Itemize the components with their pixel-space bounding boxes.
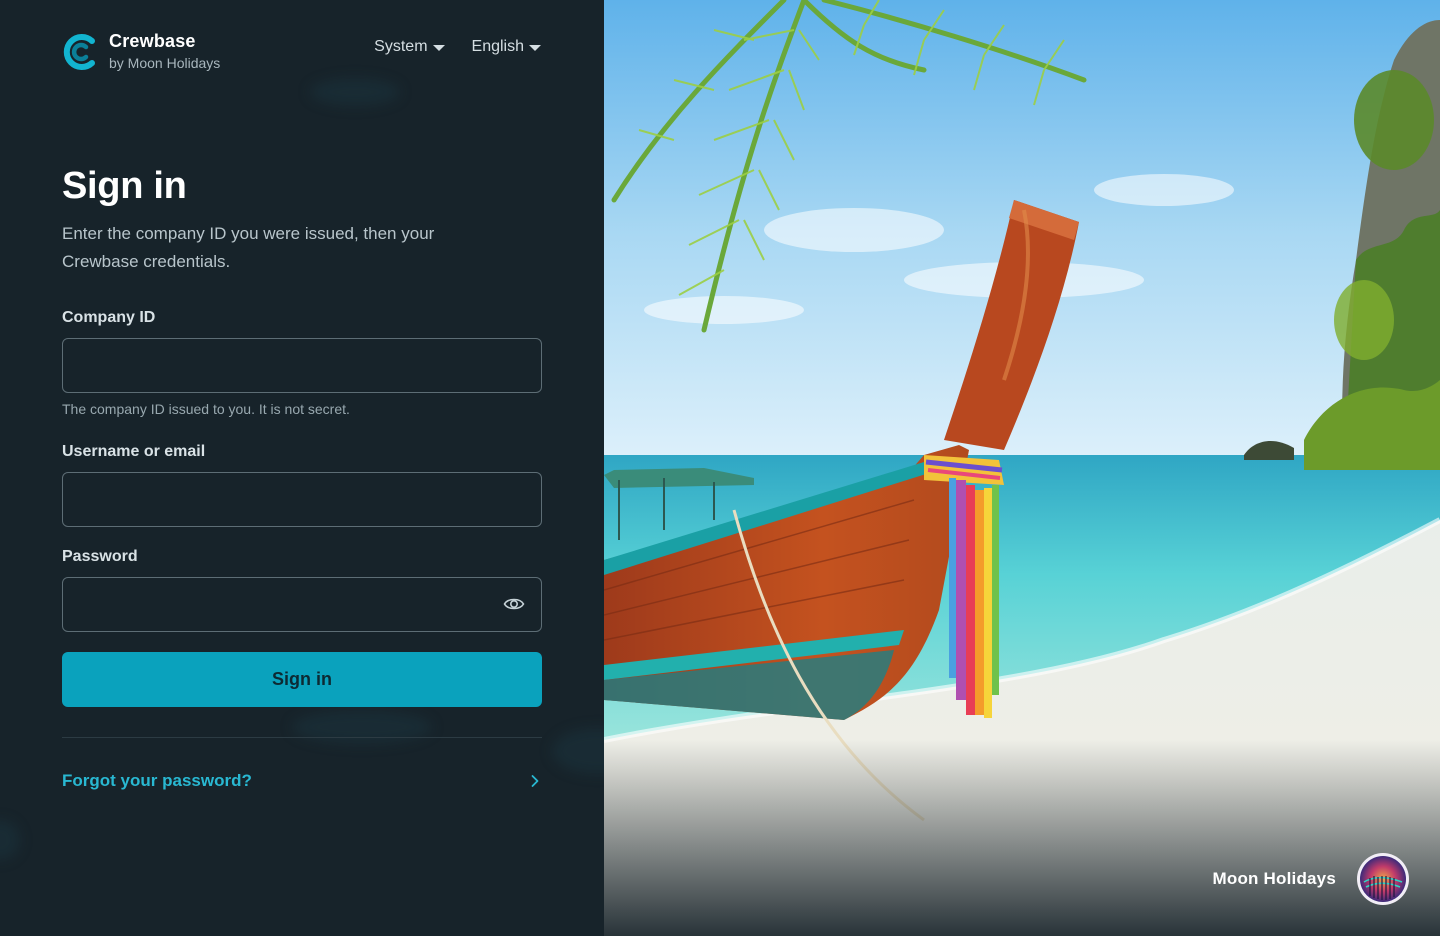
brand-name: Crewbase: [109, 31, 196, 51]
crewbase-logo-icon: [63, 33, 95, 70]
partner-brand: Moon Holidays: [1213, 852, 1411, 906]
company-id-input[interactable]: [62, 338, 542, 393]
chevron-right-icon: [531, 775, 539, 787]
background-blob: [292, 710, 432, 744]
top-nav: System English: [374, 38, 541, 56]
divider: [62, 737, 542, 738]
language-dropdown-label: English: [471, 38, 524, 55]
page-subtitle: Enter the company ID you were issued, th…: [62, 224, 435, 271]
theme-dropdown[interactable]: System: [374, 38, 445, 56]
company-id-label: Company ID: [62, 309, 156, 326]
hero-image: Moon Holidays: [604, 0, 1440, 936]
caret-down-icon: [529, 44, 541, 51]
language-dropdown[interactable]: English: [472, 38, 541, 56]
background-blob: [310, 78, 400, 106]
brand: Crewbase by Moon Holidays: [62, 30, 220, 73]
page-title: Sign in: [62, 165, 187, 207]
caret-down-icon: [432, 44, 445, 51]
username-label: Username or email: [62, 443, 206, 460]
sign-in-button[interactable]: Sign in: [62, 652, 542, 707]
company-id-hint: The company ID issued to you. It is not …: [62, 401, 350, 417]
theme-dropdown-label: System: [374, 38, 428, 55]
sign-in-panel: Crewbase by Moon Holidays System English…: [0, 0, 604, 936]
background-blob: [552, 728, 604, 774]
forgot-password-label: Forgot your password?: [62, 771, 252, 790]
background-blob: [0, 820, 20, 860]
partner-brand-name: Moon Holidays: [1212, 869, 1336, 888]
password-input[interactable]: [62, 577, 542, 632]
beach-longtail-boat-illustration: [604, 0, 1440, 936]
moon-holidays-logo-icon: [1357, 853, 1409, 905]
username-input[interactable]: [62, 472, 542, 527]
brand-subtitle: by Moon Holidays: [109, 55, 221, 71]
password-label: Password: [62, 548, 138, 565]
forgot-password-link[interactable]: Forgot your password?: [62, 768, 542, 794]
show-password-eye-icon[interactable]: [503, 595, 525, 613]
